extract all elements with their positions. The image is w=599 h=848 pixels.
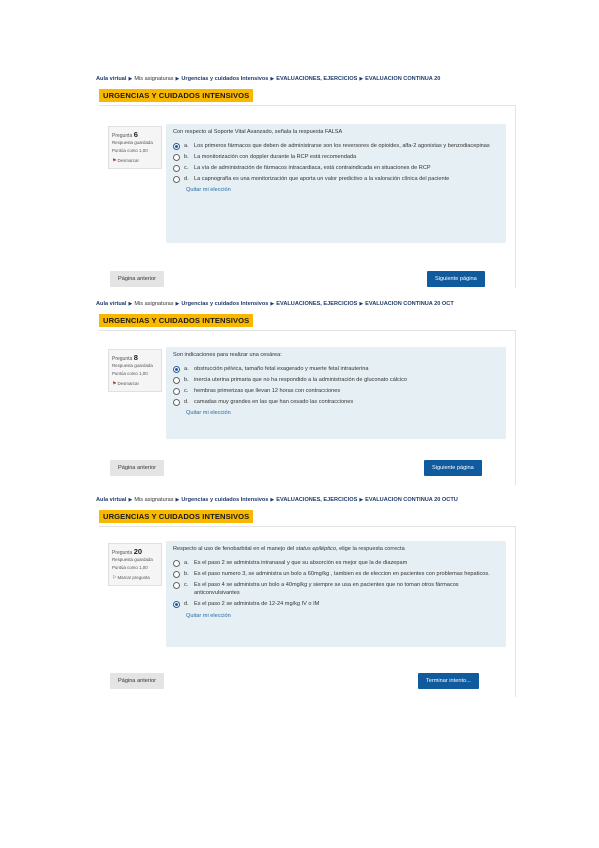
radio-button[interactable] bbox=[173, 176, 180, 184]
flag-question-button[interactable]: ⚑Desmarcar bbox=[112, 158, 158, 165]
radio-button[interactable] bbox=[173, 399, 180, 407]
question-number: Pregunta 6 bbox=[112, 130, 138, 139]
chevron-right-icon: ▶ bbox=[175, 76, 180, 82]
breadcrumb-course-link[interactable]: Urgencias y cuidados Intensivos bbox=[181, 76, 268, 82]
breadcrumb-subjects-link[interactable]: Mis asignaturas bbox=[134, 301, 173, 307]
radio-button[interactable] bbox=[173, 366, 180, 373]
divider bbox=[515, 330, 516, 485]
answer-option[interactable]: c. hembras primerizas que llevan 12 horas… bbox=[173, 387, 499, 396]
radio-button[interactable] bbox=[173, 165, 180, 173]
next-page-button[interactable]: Siguiente página bbox=[424, 460, 482, 476]
question-text: Respecto al uso de fenobarbital en el ma… bbox=[173, 546, 405, 552]
flag-question-button[interactable]: ⚐Marcar pregunta bbox=[112, 575, 158, 582]
question-info-panel: Pregunta 6 Respuesta guardada Puntúa com… bbox=[108, 126, 162, 169]
chevron-right-icon: ▶ bbox=[359, 76, 364, 82]
radio-button[interactable] bbox=[173, 601, 180, 609]
answer-option[interactable]: a. Es el paso 2 se administra intranasal … bbox=[173, 559, 499, 567]
course-title: URGENCIAS Y CUIDADOS INTENSIVOS bbox=[99, 314, 254, 327]
radio-button[interactable] bbox=[173, 388, 180, 396]
question-status: Respuesta guardada bbox=[112, 140, 153, 146]
flag-outline-icon: ⚐ bbox=[112, 575, 117, 581]
course-title: URGENCIAS Y CUIDADOS INTENSIVOS bbox=[99, 510, 254, 523]
clear-choice-link[interactable]: Quitar mi elección bbox=[186, 613, 499, 619]
chevron-right-icon: ▶ bbox=[270, 497, 275, 503]
answer-option[interactable]: a. Los primeros fármacos que deben de adm… bbox=[173, 142, 499, 150]
breadcrumb: Aula virtual ▶ Mis asignaturas ▶ Urgencias y… bbox=[96, 497, 526, 503]
divider bbox=[99, 105, 516, 106]
chevron-right-icon: ▶ bbox=[359, 497, 364, 503]
answer-option[interactable]: b. inercia uterina primaria que no ha res… bbox=[173, 376, 499, 385]
question-status: Respuesta guardada bbox=[112, 557, 153, 563]
breadcrumb-evaluations-link[interactable]: EVALUACIONES, EJERCICIOS bbox=[276, 301, 357, 307]
clear-choice-link[interactable]: Quitar mi elección bbox=[186, 410, 499, 416]
breadcrumb-quiz-link[interactable]: EVALUACIÓN CONTINUA 20 bbox=[365, 76, 440, 82]
finish-attempt-button[interactable]: Terminar intento... bbox=[418, 673, 479, 689]
answer-option[interactable]: b. La monitorización con doppler durante … bbox=[173, 153, 499, 162]
question-text: Son indicaciones para realizar una cesár… bbox=[173, 352, 282, 358]
answer-option[interactable]: b. Es el paso numero 3, se administra un … bbox=[173, 570, 499, 579]
previous-page-button[interactable]: Página anterior bbox=[110, 673, 164, 689]
chevron-right-icon: ▶ bbox=[175, 497, 180, 503]
question-number: Pregunta 8 bbox=[112, 353, 138, 362]
radio-button[interactable] bbox=[173, 560, 180, 567]
quiz-section-1: Aula virtual ▶ Mis asignaturas ▶ Urgencias y… bbox=[96, 76, 516, 288]
question-score: Puntúa como 1,00 bbox=[112, 371, 148, 377]
question-info-panel: Pregunta 8 Respuesta guardada Puntúa com… bbox=[108, 349, 162, 392]
chevron-right-icon: ▶ bbox=[128, 76, 133, 82]
breadcrumb-evaluations-link[interactable]: EVALUACIONES, EJERCICIOS bbox=[276, 497, 357, 503]
previous-page-button[interactable]: Página anterior bbox=[110, 271, 164, 287]
breadcrumb-home-link[interactable]: Aula virtual bbox=[96, 76, 126, 82]
question-number: Pregunta 20 bbox=[112, 547, 143, 556]
divider bbox=[99, 330, 516, 331]
chevron-right-icon: ▶ bbox=[270, 301, 275, 307]
question-score: Puntúa como 1,00 bbox=[112, 148, 148, 154]
answer-option[interactable]: d. camadas muy grandes en las que han ces… bbox=[173, 398, 499, 407]
answer-option[interactable]: d. Es el paso 2 se administra de 12-24 mg… bbox=[173, 600, 499, 609]
breadcrumb: Aula virtual ▶ Mis asignaturas ▶ Urgencias y… bbox=[96, 301, 526, 307]
quiz-section-2: Aula virtual ▶ Mis asignaturas ▶ Urgencias y… bbox=[96, 301, 516, 485]
question-box: Respecto al uso de fenobarbital en el ma… bbox=[166, 541, 506, 647]
radio-button[interactable] bbox=[173, 582, 180, 590]
chevron-right-icon: ▶ bbox=[128, 497, 133, 503]
breadcrumb-course-link[interactable]: Urgencias y cuidados Intensivos bbox=[181, 497, 268, 503]
question-info-panel: Pregunta 20 Respuesta guardada Puntúa co… bbox=[108, 543, 162, 586]
flag-icon: ⚑ bbox=[112, 158, 117, 164]
chevron-right-icon: ▶ bbox=[175, 301, 180, 307]
chevron-right-icon: ▶ bbox=[270, 76, 275, 82]
breadcrumb-subjects-link[interactable]: Mis asignaturas bbox=[134, 497, 173, 503]
clear-choice-link[interactable]: Quitar mi elección bbox=[186, 187, 499, 193]
breadcrumb: Aula virtual ▶ Mis asignaturas ▶ Urgencias y… bbox=[96, 76, 526, 82]
flag-question-button[interactable]: ⚑Desmarcar bbox=[112, 381, 158, 388]
breadcrumb-course-link[interactable]: Urgencias y cuidados Intensivos bbox=[181, 301, 268, 307]
previous-page-button[interactable]: Página anterior bbox=[110, 460, 164, 476]
question-score: Puntúa como 1,00 bbox=[112, 565, 148, 571]
breadcrumb-evaluations-link[interactable]: EVALUACIONES, EJERCICIOS bbox=[276, 76, 357, 82]
question-status: Respuesta guardada bbox=[112, 363, 153, 369]
answer-option[interactable]: c. La vía de administración de fármacos i… bbox=[173, 164, 499, 173]
breadcrumb-quiz-link[interactable]: EVALUACIÓN CONTINUA 20 OCTU bbox=[365, 497, 458, 503]
breadcrumb-quiz-link[interactable]: EVALUACIÓN CONTINUA 20 OCT bbox=[365, 301, 454, 307]
divider bbox=[99, 526, 516, 527]
radio-button[interactable] bbox=[173, 143, 180, 150]
breadcrumb-home-link[interactable]: Aula virtual bbox=[96, 301, 126, 307]
answer-option[interactable]: c. Es el paso 4 se administra un bolo a 4… bbox=[173, 581, 499, 597]
radio-button[interactable] bbox=[173, 154, 180, 162]
question-box: Con respecto al Soporte Vital Avanzado, … bbox=[166, 124, 506, 243]
divider bbox=[515, 526, 516, 697]
chevron-right-icon: ▶ bbox=[128, 301, 133, 307]
question-text: Con respecto al Soporte Vital Avanzado, … bbox=[173, 129, 343, 135]
flag-icon: ⚑ bbox=[112, 381, 117, 387]
next-page-button[interactable]: Siguiente página bbox=[427, 271, 485, 287]
question-box: Son indicaciones para realizar una cesár… bbox=[166, 347, 506, 439]
divider bbox=[515, 105, 516, 288]
answer-option[interactable]: a. obstrucción pélvica, tamaño fetal exag… bbox=[173, 365, 499, 373]
quiz-section-3: Aula virtual ▶ Mis asignaturas ▶ Urgencias y… bbox=[96, 497, 516, 697]
answer-option[interactable]: d. La capnografía es una monitorización q… bbox=[173, 175, 499, 184]
radio-button[interactable] bbox=[173, 377, 180, 385]
course-title: URGENCIAS Y CUIDADOS INTENSIVOS bbox=[99, 89, 254, 102]
breadcrumb-home-link[interactable]: Aula virtual bbox=[96, 497, 126, 503]
radio-button[interactable] bbox=[173, 571, 180, 579]
breadcrumb-subjects-link[interactable]: Mis asignaturas bbox=[134, 76, 173, 82]
chevron-right-icon: ▶ bbox=[359, 301, 364, 307]
